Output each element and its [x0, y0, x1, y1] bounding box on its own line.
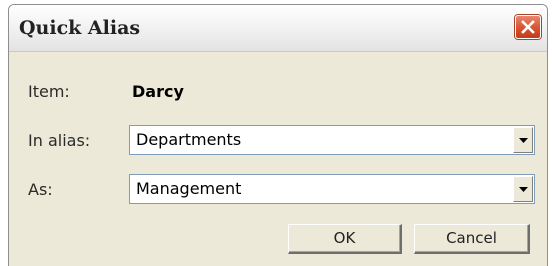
ok-button[interactable]: OK	[288, 224, 402, 254]
item-value: Darcy	[132, 82, 184, 101]
in-alias-dropdown-button[interactable]	[513, 127, 533, 153]
close-button[interactable]	[515, 15, 541, 39]
title-bar[interactable]: Quick Alias	[9, 5, 547, 52]
quick-alias-dialog: Quick Alias Item: Darcy In alias: Depart…	[8, 4, 548, 266]
in-alias-selected-value: Departments	[136, 130, 242, 149]
as-selected-value: Management	[136, 179, 242, 198]
in-alias-label: In alias:	[28, 131, 91, 150]
dialog-title: Quick Alias	[19, 17, 141, 39]
as-dropdown[interactable]: Management	[129, 174, 535, 204]
dialog-body: Item: Darcy In alias: Departments As: Ma…	[9, 52, 547, 266]
as-dropdown-button[interactable]	[513, 176, 533, 202]
close-icon	[521, 20, 535, 34]
as-label: As:	[28, 180, 53, 199]
in-alias-dropdown[interactable]: Departments	[129, 125, 535, 155]
chevron-down-icon	[519, 138, 528, 143]
cancel-button[interactable]: Cancel	[414, 224, 530, 254]
chevron-down-icon	[519, 187, 528, 192]
item-label: Item:	[28, 82, 70, 101]
